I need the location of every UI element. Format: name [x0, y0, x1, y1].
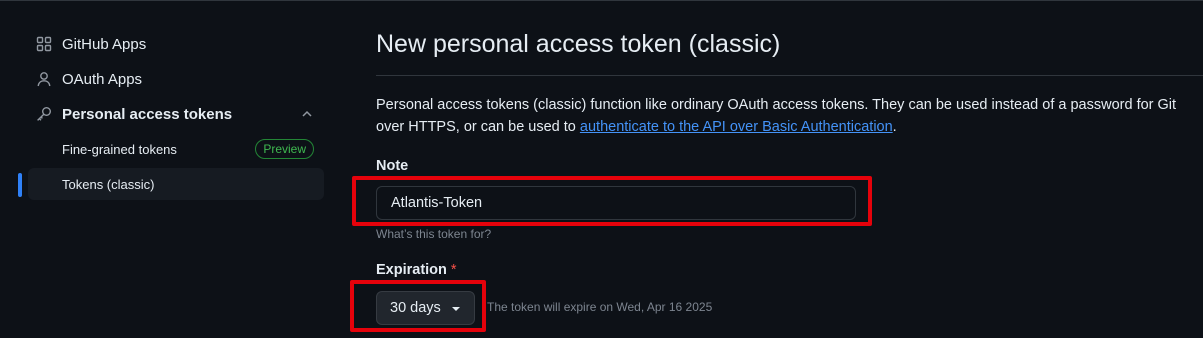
- expiration-label: Expiration *: [376, 262, 457, 278]
- preview-badge: Preview: [255, 139, 314, 159]
- apps-grid-icon: [36, 36, 52, 52]
- note-input[interactable]: [376, 186, 856, 220]
- sidebar-item-label: Personal access tokens: [62, 105, 233, 123]
- sidebar-subitem-tokens-classic[interactable]: Tokens (classic): [28, 168, 324, 200]
- page-description: Personal access tokens (classic) functio…: [376, 94, 1203, 138]
- required-marker: *: [450, 262, 457, 278]
- sidebar-item-oauth-apps[interactable]: OAuth Apps: [28, 63, 324, 95]
- sidebar-subitem-label: Fine-grained tokens: [62, 141, 177, 157]
- description-end: .: [892, 119, 897, 135]
- note-hint: What’s this token for?: [376, 227, 492, 241]
- sidebar-item-personal-access-tokens[interactable]: Personal access tokens: [28, 98, 324, 130]
- sidebar-item-label: GitHub Apps: [62, 35, 147, 53]
- note-label: Note: [376, 158, 408, 174]
- person-icon: [36, 71, 52, 87]
- sidebar-item-github-apps[interactable]: GitHub Apps: [28, 28, 324, 60]
- sidebar-subitem-label: Tokens (classic): [62, 176, 155, 192]
- chevron-up-icon[interactable]: [300, 107, 314, 121]
- title-divider: [376, 75, 1203, 76]
- caret-down-icon: [452, 307, 460, 311]
- settings-sidebar: GitHub Apps OAuth Apps Personal access t…: [0, 0, 340, 338]
- basic-auth-link[interactable]: authenticate to the API over Basic Authe…: [580, 119, 893, 135]
- sidebar-item-label: OAuth Apps: [62, 70, 143, 88]
- expiration-note: The token will expire on Wed, Apr 16 202…: [487, 300, 713, 314]
- expiration-dropdown[interactable]: 30 days: [376, 291, 475, 325]
- sidebar-subitem-fine-grained-tokens[interactable]: Fine-grained tokens Preview: [28, 133, 324, 165]
- key-icon: [36, 106, 52, 122]
- active-indicator: [18, 173, 22, 197]
- expiration-selected: 30 days: [390, 300, 441, 316]
- note-label-text: Note: [376, 158, 409, 174]
- page-title: New personal access token (classic): [376, 30, 781, 58]
- expiration-label-text: Expiration: [376, 262, 447, 278]
